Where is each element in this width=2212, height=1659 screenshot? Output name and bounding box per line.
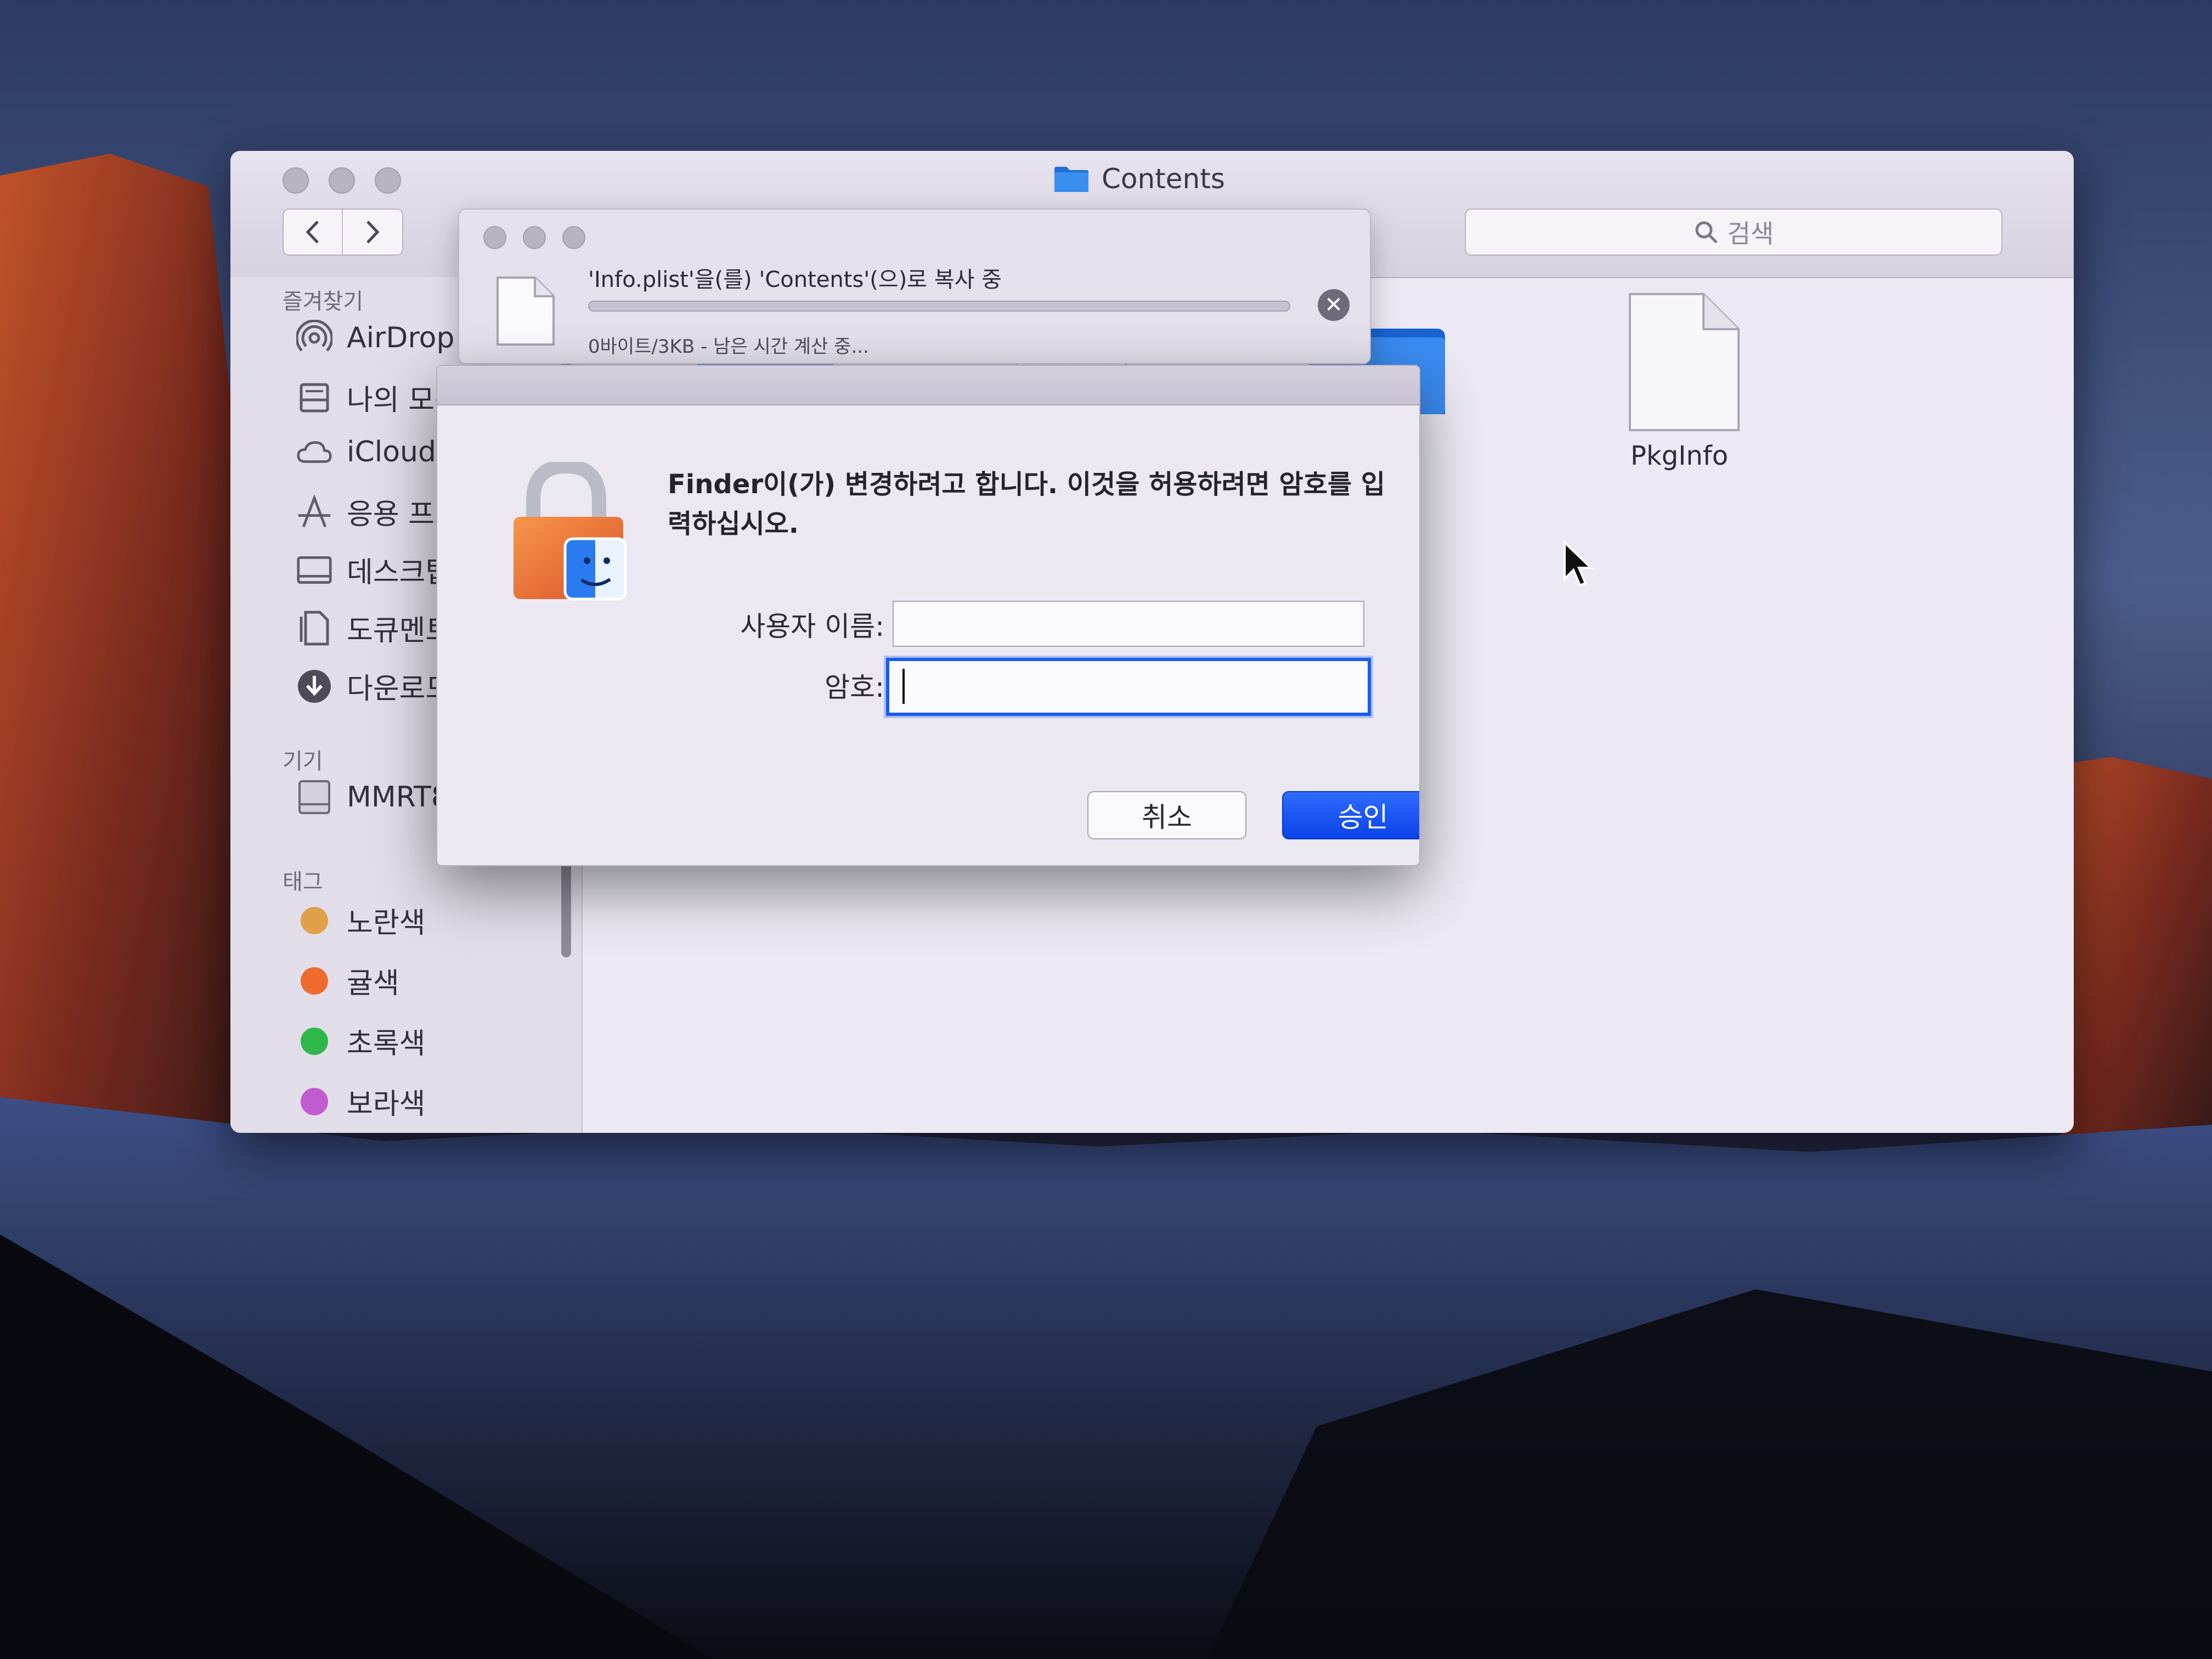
password-field[interactable] [886,658,1371,716]
back-button[interactable] [284,210,343,255]
tag-dot-icon [301,1087,328,1115]
tag-dot-icon [301,1027,328,1055]
file-item-pkginfo[interactable] [1627,291,1742,436]
chevron-right-icon [366,221,380,244]
sidebar-item-tag-orange[interactable]: 귤색 [296,960,399,1001]
tag-dot-icon [301,967,328,995]
dialog-titlebar [437,366,1419,405]
sidebar-heading-favorites: 즐겨찾기 [283,289,364,314]
drive-icon [296,779,332,815]
minimize-window-button[interactable] [523,226,546,249]
sidebar-item-downloads[interactable]: 다운로드 [296,665,452,707]
sidebar-item-tag-purple[interactable]: 보라색 [296,1081,426,1122]
sidebar-item-label: AirDrop [347,321,455,354]
sidebar-heading-tags: 태그 [283,870,323,895]
dialog-message: Finder이(가) 변경하려고 합니다. 이것을 허용하려면 암호를 입력하십… [668,469,1385,539]
zoom-window-button[interactable] [375,167,401,194]
sidebar-item-airdrop[interactable]: AirDrop [296,320,455,356]
sidebar-item-label: 초록색 [347,1028,426,1060]
sidebar-item-label: 귤색 [347,967,399,1000]
cancel-button[interactable]: 취소 [1087,791,1246,839]
minimize-window-button[interactable] [329,167,355,194]
document-icon [1629,293,1740,431]
search-placeholder: 검색 [1727,219,1774,249]
text-caret [902,669,905,704]
copy-progress-status: 0바이트/3KB - 남은 시간 계산 중... [588,336,869,358]
username-label: 사용자 이름: [740,611,884,642]
password-label: 암호: [825,672,884,703]
folder-icon [1054,167,1088,192]
tag-dot-icon [301,906,328,934]
ok-button[interactable]: 승인 [1282,791,1419,839]
username-field[interactable] [893,601,1364,647]
sidebar-heading-devices: 기기 [283,749,323,774]
search-icon [1695,221,1718,244]
window-title: Contents [1053,163,1225,195]
sidebar-item-tag-yellow[interactable]: 노란색 [296,900,426,941]
document-icon [496,276,555,346]
chevron-left-icon [306,221,319,244]
zoom-window-button[interactable] [562,226,585,249]
lock-icon [514,462,627,601]
file-item-label: PkgInfo [1630,441,1729,471]
all-files-icon [296,380,332,416]
close-icon: ✕ [1324,292,1343,318]
window-controls [283,167,401,194]
nav-buttons [283,208,403,256]
stop-copy-button[interactable]: ✕ [1318,289,1350,321]
applications-icon [296,494,332,530]
sidebar-item-documents[interactable]: 도큐멘트 [296,607,452,648]
mouse-pointer-icon [1564,540,1594,587]
authentication-dialog: Finder이(가) 변경하려고 합니다. 이것을 허용하려면 암호를 입력하십… [436,365,1420,866]
close-window-button[interactable] [483,226,506,249]
sidebar-item-label: 보라색 [347,1088,426,1121]
search-field[interactable]: 검색 [1465,208,2002,256]
close-window-button[interactable] [283,167,309,194]
copy-progress-bar [588,301,1290,312]
cloud-icon [296,434,332,470]
airdrop-icon [296,320,332,356]
window-title-text: Contents [1102,163,1225,195]
document-icon [296,610,332,646]
sidebar-item-label: 노란색 [347,907,426,940]
download-icon [296,668,332,704]
window-controls [483,226,585,249]
desktop-icon [296,552,332,588]
copy-progress-title: 'Info.plist'을(를) 'Contents'(으)로 복사 중 [588,267,1002,292]
sidebar-item-desktop[interactable]: 데스크탑 [296,549,452,590]
copy-progress-panel: 'Info.plist'을(를) 'Contents'(으)로 복사 중 ✕ 0… [458,208,1371,364]
forward-button[interactable] [343,210,402,255]
sidebar-item-tag-green[interactable]: 초록색 [296,1020,426,1062]
